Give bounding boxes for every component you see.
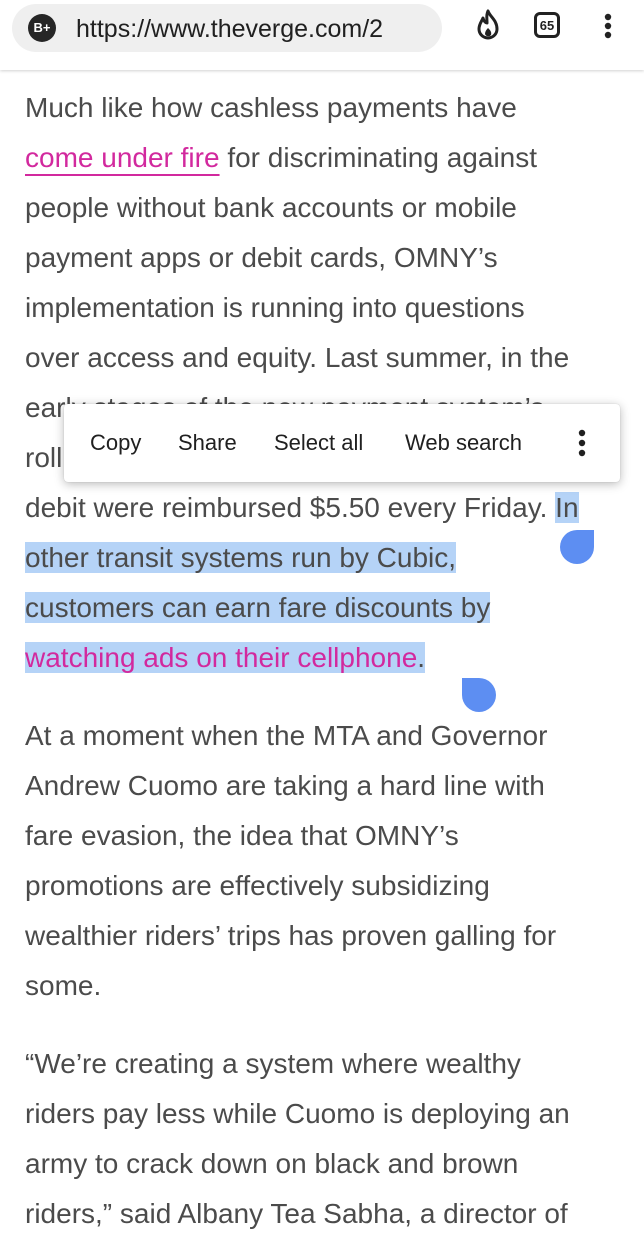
browser-toolbar: B+ https://www.theverge.com/2 65 [0, 0, 644, 70]
text-line: payment apps or debit cards, OMNY’s [25, 242, 498, 273]
text-line: over access and equity. Last summer, in … [25, 342, 570, 373]
tab-counter-icon[interactable]: 65 [530, 8, 566, 44]
text-line: promotions are effectively subsidizing [25, 870, 490, 901]
text-line: army to crack down on black and brown [25, 1148, 519, 1179]
tab-count: 65 [534, 12, 560, 38]
text-line: At a moment when the MTA and Governor [25, 720, 548, 751]
text-line: riders,” said Albany Tea Sabha, a direct… [25, 1198, 568, 1229]
selected-text[interactable]: customers can earn fare discounts by [25, 592, 491, 623]
selected-text[interactable]: In [555, 492, 579, 523]
text-line: customers can earn fare discounts by [25, 585, 625, 635]
url-text[interactable]: https://www.theverge.com/2 [76, 15, 432, 43]
site-badge-icon[interactable]: B+ [28, 14, 56, 42]
share-button[interactable]: Share [178, 404, 237, 482]
text-line: wealthier riders’ trips has proven galli… [25, 920, 557, 951]
text-selection-menu: Copy Share Select all Web search [64, 404, 620, 482]
paragraph-quote: “We’re creating a system where wealthy r… [25, 1041, 625, 1241]
more-vert-icon[interactable] [590, 8, 626, 44]
selected-text[interactable]: other transit systems run by Cubic, [25, 542, 457, 573]
link-come-under-fire[interactable]: come under fire [25, 142, 220, 173]
text-line: other transit systems run by Cubic, [25, 535, 625, 585]
text-line: fare evasion, the idea that OMNY’s [25, 820, 459, 851]
text-line: debit were reimbursed $5.50 every Friday… [25, 492, 579, 523]
text-line: implementation is running into questions [25, 292, 525, 323]
selected-text: watching ads on their cellphone. [25, 642, 426, 673]
text-line: people without bank accounts or mobile [25, 192, 517, 223]
copy-button[interactable]: Copy [90, 404, 141, 482]
article-body: Much like how cashless payments have com… [25, 85, 625, 1241]
selection-start-handle[interactable] [560, 530, 594, 564]
paragraph-mta: At a moment when the MTA and Governor An… [25, 713, 625, 1013]
paragraph-cashless: Much like how cashless payments have com… [25, 85, 625, 685]
text-line: “We’re creating a system where wealthy [25, 1048, 521, 1079]
fire-icon[interactable] [470, 8, 506, 44]
web-search-button[interactable]: Web search [405, 404, 522, 482]
text-line: some. [25, 970, 102, 1001]
text-line: Andrew Cuomo are taking a hard line with [25, 770, 545, 801]
selection-end-handle[interactable] [462, 678, 496, 712]
text-line: Much like how cashless payments have [25, 92, 517, 123]
text-line: riders pay less while Cuomo is deploying… [25, 1098, 570, 1129]
address-bar[interactable]: B+ https://www.theverge.com/2 [12, 4, 442, 52]
link-watching-ads[interactable]: watching ads on their cellphone [25, 642, 417, 673]
more-options-icon[interactable] [562, 404, 602, 482]
text-line: come under fire for discriminating again… [25, 142, 538, 173]
select-all-button[interactable]: Select all [274, 404, 363, 482]
text-line: watching ads on their cellphone. [25, 635, 625, 685]
